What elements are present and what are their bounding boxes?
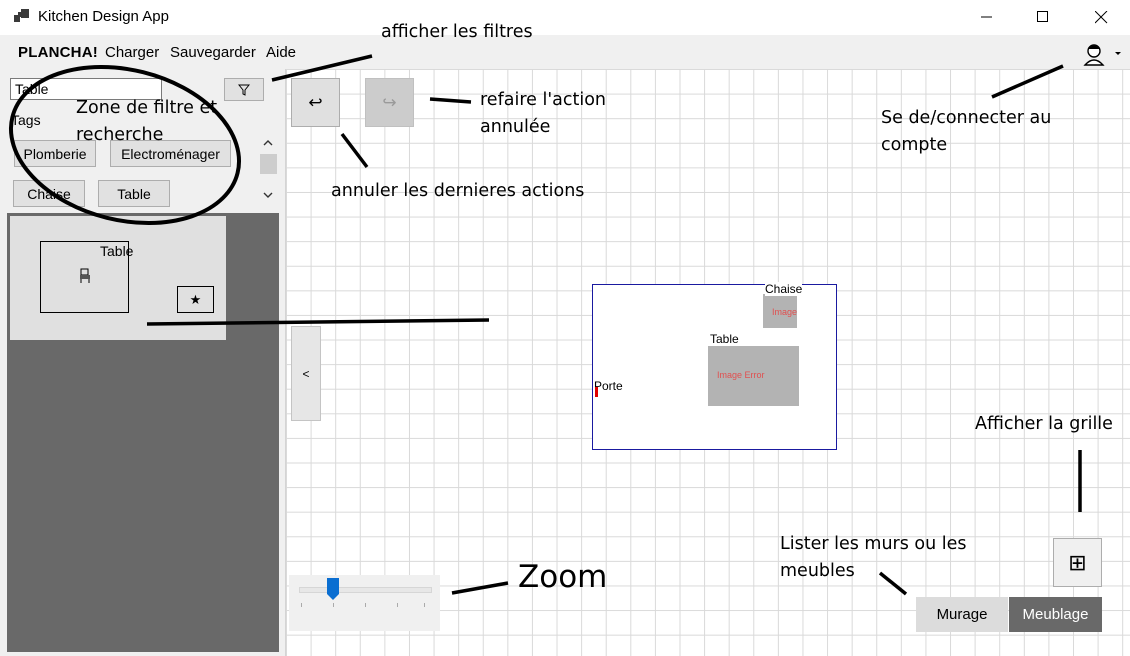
tag-table[interactable]: Table xyxy=(98,180,170,207)
favorite-button[interactable]: ★ xyxy=(177,286,214,313)
redo-icon: ↪ xyxy=(382,92,397,112)
door-label: Porte xyxy=(594,379,623,393)
item-label-chaise: Chaise xyxy=(765,282,803,296)
filter-button[interactable] xyxy=(224,78,264,101)
maximize-icon[interactable] xyxy=(1014,0,1072,34)
zoom-tick xyxy=(424,603,425,607)
tag-chaise[interactable]: Chaise xyxy=(13,180,85,207)
tab-murage[interactable]: Murage xyxy=(916,597,1008,632)
annotation-account: Se de/connecter au xyxy=(881,108,1052,128)
undo-button[interactable]: ↩ xyxy=(291,78,340,127)
annotation-redo: annulée xyxy=(480,117,551,137)
zoom-slider-thumb[interactable] xyxy=(327,578,339,600)
door-marker[interactable] xyxy=(595,387,598,397)
annotation-list: meubles xyxy=(780,561,855,581)
annotation-show-filters: afficher les filtres xyxy=(381,22,533,42)
annotation-redo: refaire l'action xyxy=(480,90,607,110)
zoom-slider-track[interactable] xyxy=(299,587,432,593)
image-error-text: Image Error xyxy=(717,370,765,380)
toggle-grid-button[interactable]: ⊞ xyxy=(1053,538,1102,587)
zoom-tick xyxy=(397,603,398,607)
close-icon[interactable] xyxy=(1072,0,1130,34)
grid-icon: ⊞ xyxy=(1068,549,1087,575)
redo-button[interactable]: ↪ xyxy=(365,78,414,127)
undo-icon: ↩ xyxy=(308,92,323,112)
annotation-show-grid: Afficher la grille xyxy=(975,414,1113,434)
menu-sauvegarder[interactable]: Sauvegarder xyxy=(170,44,256,61)
minimize-icon[interactable] xyxy=(958,0,1016,34)
annotation-undo: annuler les dernieres actions xyxy=(331,181,585,201)
zoom-tick xyxy=(365,603,366,607)
menu-charger[interactable]: Charger xyxy=(105,44,159,61)
annotation-list: Lister les murs ou les xyxy=(780,534,967,554)
menu-aide[interactable]: Aide xyxy=(266,44,296,61)
item-label-table: Table xyxy=(710,332,739,346)
catalog-item-title: Table xyxy=(100,243,134,259)
user-account-button[interactable] xyxy=(1080,40,1126,68)
zoom-tick xyxy=(301,603,302,607)
furniture-icon xyxy=(78,268,92,288)
tags-label: Tags xyxy=(11,112,41,128)
app-icon xyxy=(14,9,29,22)
annotation-filter-zone: Zone de filtre et xyxy=(76,98,218,118)
image-error-text: Image Error xyxy=(772,307,797,317)
chevron-left-icon: < xyxy=(302,366,310,381)
annotation-account: compte xyxy=(881,135,948,155)
annotation-filter-zone: recherche xyxy=(76,125,164,145)
user-account-icon xyxy=(1083,44,1121,66)
tab-meublage[interactable]: Meublage xyxy=(1009,597,1102,632)
star-icon: ★ xyxy=(189,291,202,307)
window-title: Kitchen Design App xyxy=(38,8,169,25)
zoom-tick xyxy=(333,603,334,607)
collapse-panel-button[interactable]: < xyxy=(291,326,321,421)
annotation-zoom: Zoom xyxy=(518,559,608,595)
brand-menu[interactable]: PLANCHA! xyxy=(18,44,98,61)
chevron-up-icon[interactable] xyxy=(258,134,278,152)
funnel-icon xyxy=(238,84,250,96)
scrollbar-thumb[interactable] xyxy=(260,154,277,174)
chevron-down-icon[interactable] xyxy=(258,186,278,204)
